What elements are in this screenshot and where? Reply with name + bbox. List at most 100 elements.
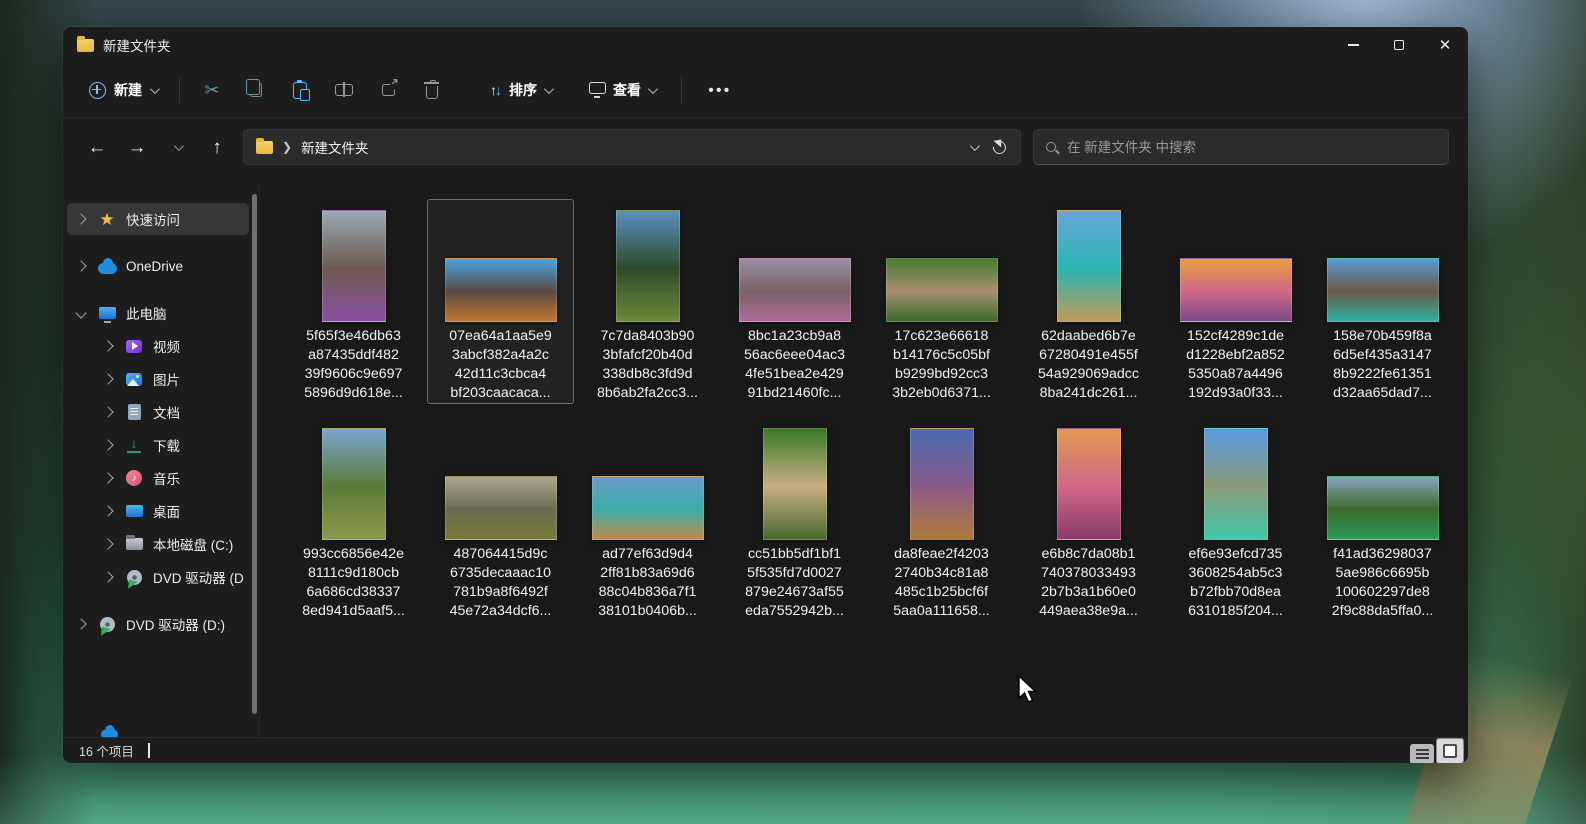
refresh-icon[interactable]: [990, 138, 1008, 156]
file-item[interactable]: 993cc6856e42e 8111c9d180cb 6a686cd38337 …: [280, 417, 427, 622]
chevron-down-icon: [544, 84, 554, 94]
sidebar-scrollbar[interactable]: [252, 194, 257, 714]
close-icon: ✕: [1439, 38, 1452, 53]
sidebar-item-pictures[interactable]: 图片: [67, 363, 249, 395]
sidebar-item-videos[interactable]: 视频: [67, 330, 249, 362]
chevron-right-icon[interactable]: [75, 213, 86, 224]
new-button[interactable]: 新建: [77, 73, 169, 107]
large-thumbnails-view-icon: [1443, 744, 1457, 758]
chevron-down-icon[interactable]: [75, 307, 86, 318]
file-item[interactable]: 5f65f3e46db63 a87435ddf482 39f9606c9e697…: [280, 199, 427, 404]
rename-button[interactable]: [322, 71, 366, 109]
forward-button[interactable]: →: [117, 129, 157, 165]
chevron-right-icon[interactable]: [75, 260, 86, 271]
file-list-area[interactable]: 5f65f3e46db63 a87435ddf482 39f9606c9e697…: [259, 184, 1468, 737]
chevron-right-icon[interactable]: [102, 340, 113, 351]
search-input[interactable]: [1067, 140, 1436, 155]
up-button[interactable]: ↑: [197, 129, 237, 165]
file-item[interactable]: 158e70b459f8a 6d5ef435a3147 8b9222fe6135…: [1309, 199, 1456, 404]
navigation-bar: ← → ↑ ❯ 新建文件夹: [63, 118, 1468, 184]
file-name: ad77ef63d9d4 2ff81b83a69d6 88c04b836a7f1…: [598, 545, 697, 621]
address-bar[interactable]: ❯ 新建文件夹: [243, 129, 1021, 165]
disk-icon: [124, 535, 144, 553]
chevron-down-icon: [648, 84, 658, 94]
minimize-button[interactable]: [1330, 27, 1376, 63]
paste-button[interactable]: [278, 71, 322, 109]
dvd-icon: [97, 615, 117, 633]
chevron-right-icon[interactable]: [102, 439, 113, 450]
sidebar-item-music[interactable]: 音乐: [67, 462, 249, 494]
thumbnail-area: [1016, 200, 1161, 322]
file-name: 487064415d9c 6735decaaac10 781b9a8f6492f…: [450, 545, 552, 621]
back-button[interactable]: ←: [77, 129, 117, 165]
sidebar-item-desktop[interactable]: 桌面: [67, 495, 249, 527]
close-button[interactable]: ✕: [1422, 27, 1468, 63]
view-button[interactable]: 查看: [579, 72, 665, 108]
cut-button[interactable]: ✂: [190, 71, 234, 109]
chevron-right-icon[interactable]: [102, 571, 113, 582]
chevron-right-icon[interactable]: [102, 538, 113, 549]
recent-locations-button[interactable]: [157, 129, 197, 165]
file-thumbnail: [322, 210, 386, 322]
thumbnail-area: [1310, 200, 1455, 322]
file-item[interactable]: 487064415d9c 6735decaaac10 781b9a8f6492f…: [427, 417, 574, 622]
sidebar-item-onedrive[interactable]: OneDrive: [67, 250, 249, 282]
thumbnail-area: [1163, 200, 1308, 322]
file-name: ef6e93efcd735 3608254ab5c3 b72fbb70d8ea …: [1188, 545, 1283, 621]
chevron-right-icon[interactable]: [102, 505, 113, 516]
search-box[interactable]: [1033, 129, 1449, 165]
file-item[interactable]: 8bc1a23cb9a8 56ac6eee04ac3 4fe51bea2e429…: [721, 199, 868, 404]
breadcrumb-separator: ❯: [282, 140, 292, 154]
file-grid: 5f65f3e46db63 a87435ddf482 39f9606c9e697…: [260, 184, 1468, 622]
file-name: 8bc1a23cb9a8 56ac6eee04ac3 4fe51bea2e429…: [744, 327, 845, 403]
sidebar-item-this-pc[interactable]: 此电脑: [67, 297, 249, 329]
file-item[interactable]: ad77ef63d9d4 2ff81b83a69d6 88c04b836a7f1…: [574, 417, 721, 622]
sidebar-item-downloads[interactable]: 下载: [67, 429, 249, 461]
sidebar-item-dvd-drive-2[interactable]: DVD 驱动器 (D:): [67, 608, 249, 640]
chevron-right-icon[interactable]: [102, 472, 113, 483]
file-name: f41ad36298037 5ae986c6695b 100602297de8 …: [1332, 545, 1434, 621]
more-options-button[interactable]: •••: [698, 71, 742, 109]
maximize-button[interactable]: [1376, 27, 1422, 63]
file-item[interactable]: ef6e93efcd735 3608254ab5c3 b72fbb70d8ea …: [1162, 417, 1309, 622]
file-item[interactable]: 62daabed6b7e 67280491e455f 54a929069adcc…: [1015, 199, 1162, 404]
file-name: 158e70b459f8a 6d5ef435a3147 8b9222fe6135…: [1333, 327, 1432, 403]
copy-button[interactable]: [234, 71, 278, 109]
file-thumbnail: [1327, 476, 1439, 540]
file-name: 7c7da8403b90 3bfafcf20b40d 338db8c3fd9d …: [597, 327, 698, 403]
file-item[interactable]: f41ad36298037 5ae986c6695b 100602297de8 …: [1309, 417, 1456, 622]
file-item[interactable]: da8feae2f4203 2740b34c81a8 485c1b25bcf6f…: [868, 417, 1015, 622]
share-button[interactable]: [366, 71, 410, 109]
sidebar-item-label: 本地磁盘 (C:): [153, 534, 233, 554]
address-dropdown-chevron-icon[interactable]: [970, 141, 980, 151]
chevron-right-icon[interactable]: [102, 373, 113, 384]
thumbnail-area: [1016, 418, 1161, 540]
sidebar-item-local-disk-c[interactable]: 本地磁盘 (C:): [67, 528, 249, 560]
breadcrumb[interactable]: 新建文件夹: [301, 137, 369, 157]
file-item[interactable]: e6b8c7da08b1 740378033493 2b7b3a1b60e0 4…: [1015, 417, 1162, 622]
more-ellipsis-icon: •••: [708, 82, 731, 99]
sidebar-item-clipped[interactable]: [99, 723, 128, 737]
file-name: 993cc6856e42e 8111c9d180cb 6a686cd38337 …: [302, 545, 405, 621]
sidebar-item-label: 图片: [153, 369, 180, 389]
sidebar-item-documents[interactable]: 文档: [67, 396, 249, 428]
sidebar-item-dvd-drive-1[interactable]: DVD 驱动器 (D: [67, 561, 249, 593]
details-view-button[interactable]: [1410, 744, 1434, 764]
titlebar[interactable]: 新建文件夹 ✕: [63, 27, 1468, 63]
large-thumbnails-view-button[interactable]: [1436, 738, 1464, 764]
file-item[interactable]: 152cf4289c1de d1228ebf2a852 5350a87a4496…: [1162, 199, 1309, 404]
chevron-right-icon[interactable]: [75, 618, 86, 629]
pictures-icon: [124, 370, 144, 388]
file-item[interactable]: 07ea64a1aa5e9 3abcf382a4a2c 42d11c3cbca4…: [427, 199, 574, 404]
delete-button[interactable]: [410, 71, 454, 109]
file-item[interactable]: cc51bb5df1bf1 5f535fd7d0027 879e24673af5…: [721, 417, 868, 622]
thumbnail-area: [1310, 418, 1455, 540]
sidebar-item-quick-access[interactable]: 快速访问: [67, 203, 249, 235]
file-thumbnail: [322, 428, 386, 540]
file-item[interactable]: 7c7da8403b90 3bfafcf20b40d 338db8c3fd9d …: [574, 199, 721, 404]
delete-trash-icon: [426, 86, 438, 99]
chevron-right-icon[interactable]: [102, 406, 113, 417]
sidebar-item-label: 快速访问: [126, 209, 180, 229]
file-item[interactable]: 17c623e66618 b14176c5c05bf b9299bd92cc3 …: [868, 199, 1015, 404]
sort-button[interactable]: ↑↓ 排序: [480, 72, 561, 108]
